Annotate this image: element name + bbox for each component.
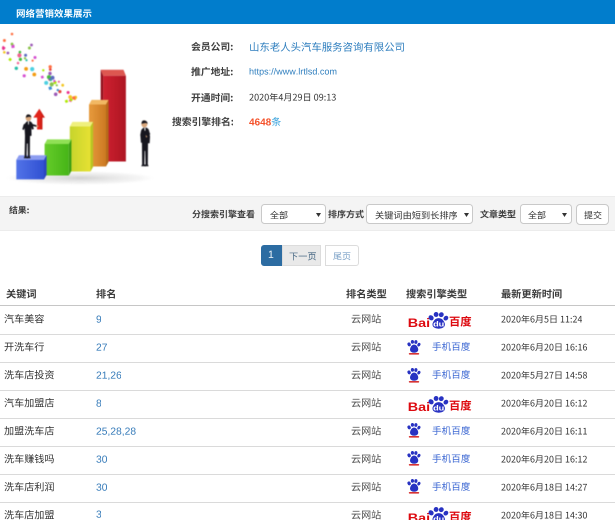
svg-text:Bai: Bai	[407, 315, 429, 329]
svg-text:du: du	[433, 403, 444, 412]
svg-text:Bai: Bai	[407, 399, 429, 413]
svg-text:du: du	[433, 319, 444, 328]
svg-text:du: du	[433, 515, 444, 520]
svg-text:Bai: Bai	[407, 511, 429, 520]
